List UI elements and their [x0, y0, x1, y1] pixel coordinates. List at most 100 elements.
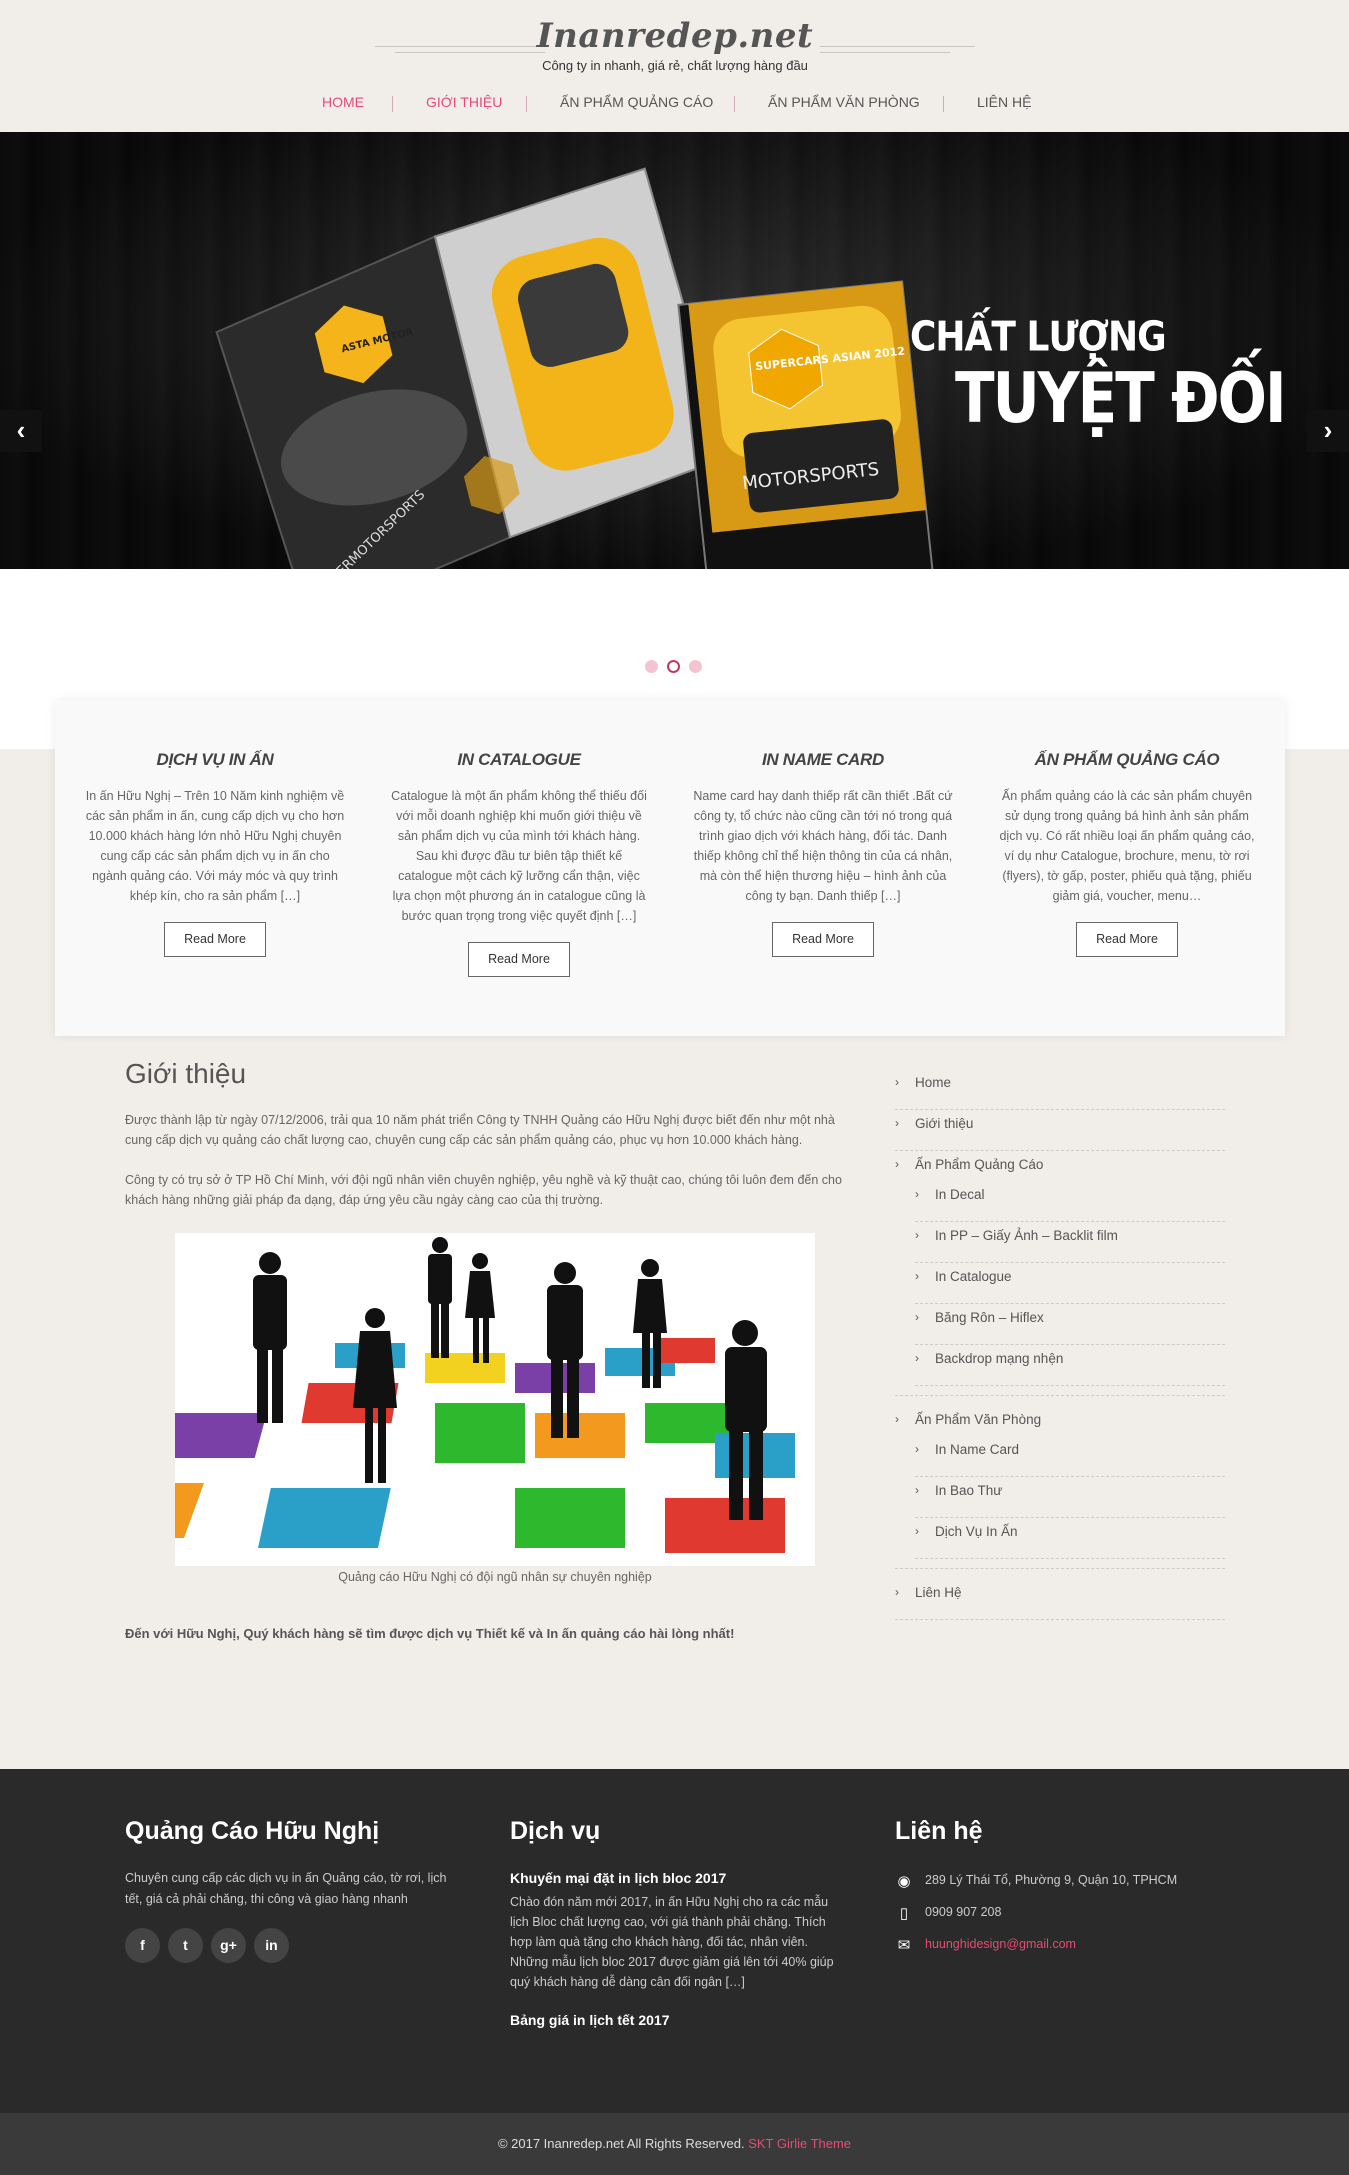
- sidebar-divider: [895, 1559, 1225, 1569]
- service-card-in-catalogue: IN CATALOGUE Catalogue là một ấn phẩm kh…: [389, 750, 649, 977]
- sidebar-subitem-backdrop[interactable]: › Backdrop mạng nhện: [915, 1345, 1225, 1386]
- sidebar-subitem-in-name-card[interactable]: › In Name Card: [915, 1436, 1225, 1477]
- footer-contact: Liên hệ ◉ 289 Lý Thái Tổ, Phường 9, Quận …: [895, 1817, 1225, 1964]
- chevron-right-icon: ›: [915, 1442, 919, 1456]
- google-plus-icon[interactable]: g+: [211, 1928, 246, 1963]
- nav-an-pham-van-phong[interactable]: ẤN PHẨM VĂN PHÒNG: [768, 94, 920, 110]
- linkedin-icon[interactable]: in: [254, 1928, 289, 1963]
- chevron-right-icon: ›: [915, 1187, 919, 1201]
- nav-gioi-thieu[interactable]: GIỚI THIỆU: [426, 94, 502, 110]
- chevron-right-icon: ›: [895, 1412, 899, 1426]
- sidebar-item-home[interactable]: › Home: [895, 1069, 1225, 1110]
- chevron-right-icon: ›: [1323, 415, 1333, 445]
- social-links: f t g+ in: [125, 1928, 455, 1964]
- slide-caption-line1: CHẤT LƯỢNG: [910, 313, 1167, 362]
- service-card-dich-vu-in-an: DỊCH VỤ IN ẤN In ấn Hữu Nghị – Trên 10 N…: [85, 750, 345, 957]
- site-footer: Quảng Cáo Hữu Nghị Chuyên cung cấp các d…: [0, 1769, 1349, 2113]
- team-puzzle-illustration: [175, 1237, 795, 1553]
- sidebar-item-label: In PP – Giấy Ảnh – Backlit film: [935, 1228, 1118, 1243]
- phone-text: 0909 907 208: [925, 1905, 1002, 1919]
- service-title[interactable]: IN CATALOGUE: [389, 750, 649, 770]
- main-nav: HOME GIỚI THIỆU ẤN PHẨM QUẢNG CÁO ẤN PHẨ…: [0, 94, 1349, 116]
- contact-email: ✉ huunghidesign@gmail.com: [895, 1934, 1225, 1964]
- chevron-right-icon: ›: [895, 1075, 899, 1089]
- sidebar-item-label: Ấn Phẩm Quảng Cáo: [915, 1157, 1044, 1172]
- nav-separator: [943, 96, 944, 112]
- slider-dot-2[interactable]: [667, 660, 680, 673]
- sidebar-item-label: In Catalogue: [935, 1269, 1012, 1284]
- logo-title[interactable]: Inanredep.net: [375, 16, 975, 56]
- read-more-button[interactable]: Read More: [164, 922, 266, 957]
- footer-services: Dịch vụ Khuyến mại đặt in lịch bloc 2017…: [510, 1817, 840, 2028]
- footer-about-title: Quảng Cáo Hữu Nghị: [125, 1817, 380, 1845]
- closing-statement: Đến với Hữu Nghị, Quý khách hàng sẽ tìm …: [125, 1626, 735, 1641]
- service-card-in-name-card: IN NAME CARD Name card hay danh thiếp rấ…: [693, 750, 953, 957]
- slider-dot-1[interactable]: [645, 660, 658, 673]
- sidebar-item-label: Băng Rôn – Hiflex: [935, 1310, 1044, 1325]
- read-more-button[interactable]: Read More: [1076, 922, 1178, 957]
- nav-lien-he[interactable]: LIÊN HỆ: [977, 94, 1031, 110]
- chevron-right-icon: ›: [915, 1269, 919, 1283]
- footer-post-title[interactable]: Bảng giá in lịch tết 2017: [510, 2012, 840, 2028]
- sidebar-subitem-bang-ron[interactable]: › Băng Rôn – Hiflex: [915, 1304, 1225, 1345]
- footer-post-title[interactable]: Khuyến mại đặt in lịch bloc 2017: [510, 1870, 840, 1886]
- address-text: 289 Lý Thái Tổ, Phường 9, Quận 10, TPHCM: [925, 1873, 1178, 1887]
- slider-prev-button[interactable]: ‹: [0, 410, 42, 452]
- sidebar-item-an-pham-quang-cao[interactable]: › Ấn Phẩm Quảng Cáo: [895, 1151, 1225, 1181]
- map-pin-icon: ◉: [897, 1873, 911, 1890]
- service-title[interactable]: IN NAME CARD: [693, 750, 953, 770]
- page-title: Giới thiệu: [125, 1058, 247, 1089]
- nav-an-pham-quang-cao[interactable]: ẤN PHẨM QUẢNG CÁO: [560, 94, 713, 110]
- email-link[interactable]: huunghidesign@gmail.com: [925, 1937, 1076, 1951]
- slide-caption-line2: TUYỆT ĐỐI: [955, 357, 1287, 439]
- slider-next-button[interactable]: ›: [1307, 410, 1349, 452]
- footer-contact-title: Liên hệ: [895, 1817, 983, 1845]
- service-text: Catalogue là một ấn phẩm không thể thiếu…: [391, 789, 647, 923]
- intro-paragraph-1: Được thành lập từ ngày 07/12/2006, trải …: [125, 1113, 835, 1147]
- sidebar-subitem-in-bao-thu[interactable]: › In Bao Thư: [915, 1477, 1225, 1518]
- facebook-icon[interactable]: f: [125, 1928, 160, 1963]
- logo[interactable]: Inanredep.net Công ty in nhanh, giá rẻ, …: [375, 16, 975, 76]
- sidebar-item-label: Backdrop mạng nhện: [935, 1351, 1064, 1366]
- sidebar-subitem-in-catalogue[interactable]: › In Catalogue: [915, 1263, 1225, 1304]
- read-more-button[interactable]: Read More: [468, 942, 570, 977]
- chevron-right-icon: ›: [895, 1157, 899, 1171]
- service-title[interactable]: ẤN PHẨM QUẢNG CÁO: [997, 750, 1257, 770]
- read-more-button[interactable]: Read More: [772, 922, 874, 957]
- phone-icon: ▯: [899, 1905, 909, 1922]
- service-title[interactable]: DỊCH VỤ IN ẤN: [85, 750, 345, 770]
- sidebar-menu: › Home › Giới thiệu › Ấn Phẩm Quảng Cáo › In…: [895, 1069, 1225, 1620]
- sidebar-item-lien-he[interactable]: › Liên Hệ: [895, 1579, 1225, 1620]
- sidebar-subitem-dich-vu-in-an[interactable]: › Dịch Vụ In Ấn: [915, 1518, 1225, 1559]
- copyright-text: © 2017 Inanredep.net All Rights Reserved…: [497, 2136, 745, 2151]
- image-caption: Quảng cáo Hữu Nghị có đội ngũ nhân sự ch…: [338, 1570, 652, 1584]
- sidebar-item-label: Dịch Vụ In Ấn: [935, 1524, 1018, 1539]
- sidebar-item-gioi-thieu[interactable]: › Giới thiệu: [895, 1110, 1225, 1151]
- slider-pagination: [645, 659, 705, 675]
- slider-dot-3[interactable]: [689, 660, 702, 673]
- hero-slider: SUPERMOTORSPORTS ASTA MOTOR SUPERCARS AS…: [0, 132, 1349, 569]
- footer-post-excerpt: Chào đón năm mới 2017, in ấn Hữu Nghị ch…: [510, 1895, 834, 1989]
- sidebar-subitem-in-pp[interactable]: › In PP – Giấy Ảnh – Backlit film: [915, 1222, 1225, 1263]
- logo-tagline: Công ty in nhanh, giá rẻ, chất lượng hàn…: [542, 58, 808, 73]
- chevron-right-icon: ›: [895, 1116, 899, 1130]
- sidebar-item-label: Ấn Phẩm Văn Phòng: [915, 1412, 1042, 1427]
- twitter-icon[interactable]: t: [168, 1928, 203, 1963]
- nav-home[interactable]: HOME: [322, 94, 364, 110]
- theme-link[interactable]: SKT Girlie Theme: [748, 2136, 851, 2151]
- chevron-right-icon: ›: [895, 1585, 899, 1599]
- sidebar-item-label: Home: [915, 1075, 952, 1090]
- main-content: Giới thiệu Được thành lập từ ngày 07/12/…: [125, 1058, 865, 1641]
- services-box: DỊCH VỤ IN ẤN In ấn Hữu Nghị – Trên 10 N…: [55, 700, 1285, 1036]
- nav-separator: [734, 96, 735, 112]
- chevron-right-icon: ›: [915, 1228, 919, 1242]
- service-text: In ấn Hữu Nghị – Trên 10 Năm kinh nghiệm…: [85, 789, 345, 903]
- service-text: Ấn phẩm quảng cáo là các sản phẩm chuyên…: [999, 789, 1255, 903]
- sidebar-item-an-pham-van-phong[interactable]: › Ấn Phẩm Văn Phòng: [895, 1406, 1225, 1436]
- sidebar-subitem-in-decal[interactable]: › In Decal: [915, 1181, 1225, 1222]
- sidebar-item-label: In Bao Thư: [935, 1483, 1003, 1498]
- team-image: [175, 1233, 815, 1566]
- envelope-icon: ✉: [897, 1937, 911, 1954]
- contact-address: ◉ 289 Lý Thái Tổ, Phường 9, Quận 10, TPHC…: [895, 1870, 1225, 1900]
- chevron-right-icon: ›: [915, 1351, 919, 1365]
